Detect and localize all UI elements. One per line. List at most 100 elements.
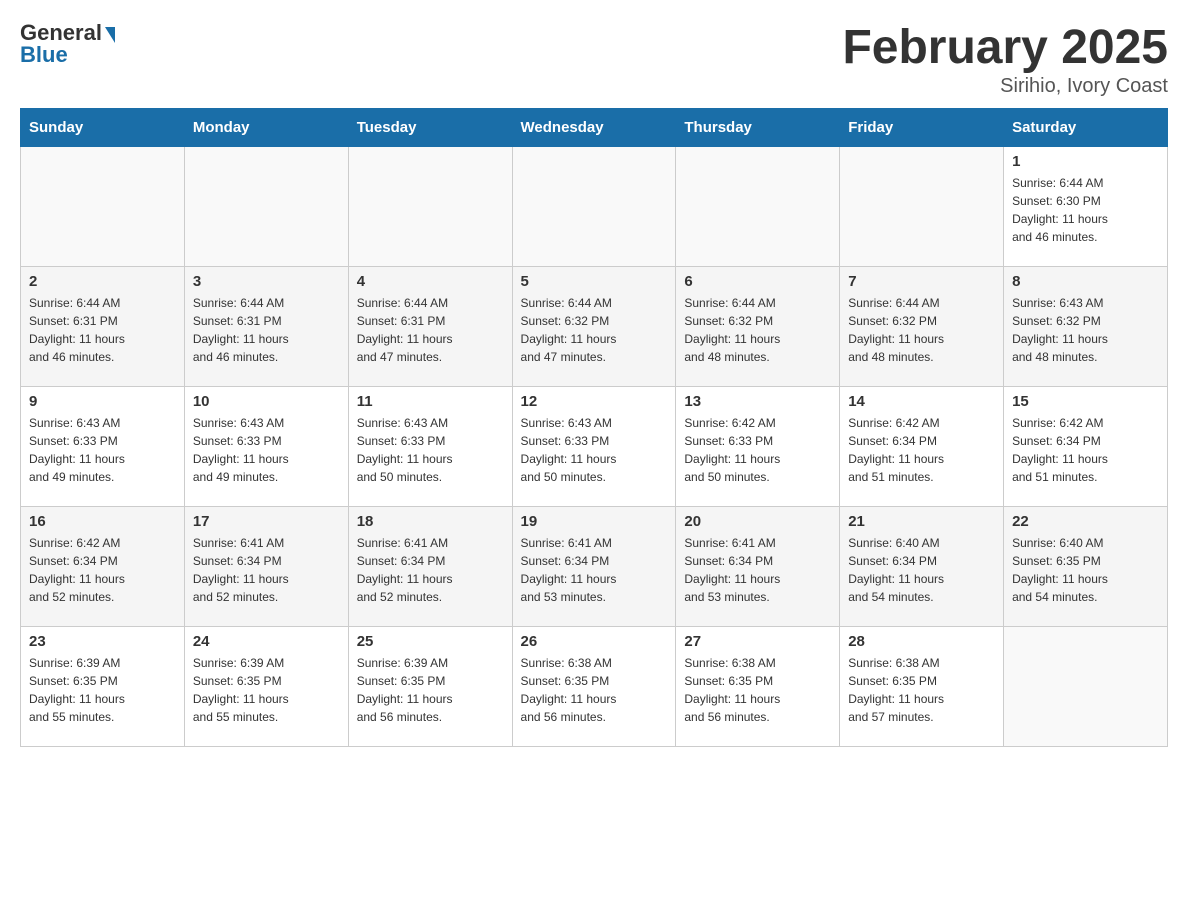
- day-number: 25: [357, 633, 504, 650]
- week-row-1: 1 Sunrise: 6:44 AM Sunset: 6:30 PM Daylig…: [21, 147, 1168, 267]
- day-number: 24: [193, 633, 340, 650]
- day-cell: 23 Sunrise: 6:39 AM Sunset: 6:35 PM Dayli…: [21, 627, 185, 747]
- day-cell: 22Sunrise: 6:40 AM Sunset: 6:35 PM Dayli…: [1004, 507, 1168, 627]
- day-cell: 6 Sunrise: 6:44 AM Sunset: 6:32 PM Daylig…: [676, 267, 840, 387]
- day-info: Sunrise: 6:41 AM Sunset: 6:34 PM Dayligh…: [521, 534, 668, 606]
- day-number: 18: [357, 513, 504, 530]
- day-info: Sunrise: 6:38 AM Sunset: 6:35 PM Dayligh…: [848, 654, 995, 726]
- day-number: 4: [357, 273, 504, 290]
- day-number: 12: [521, 393, 668, 410]
- day-number: 23: [29, 633, 176, 650]
- day-cell: 17 Sunrise: 6:41 AM Sunset: 6:34 PM Dayli…: [184, 507, 348, 627]
- day-number: 27: [684, 633, 831, 650]
- day-number: 17: [193, 513, 340, 530]
- location: Sirihio, Ivory Coast: [842, 75, 1168, 98]
- day-cell: 7Sunrise: 6:44 AM Sunset: 6:32 PM Daylig…: [840, 267, 1004, 387]
- header-wednesday: Wednesday: [512, 109, 676, 147]
- day-info: Sunrise: 6:44 AM Sunset: 6:31 PM Dayligh…: [29, 294, 176, 366]
- day-info: Sunrise: 6:38 AM Sunset: 6:35 PM Dayligh…: [521, 654, 668, 726]
- day-info: Sunrise: 6:41 AM Sunset: 6:34 PM Dayligh…: [193, 534, 340, 606]
- day-cell: 9 Sunrise: 6:43 AM Sunset: 6:33 PM Daylig…: [21, 387, 185, 507]
- day-number: 5: [521, 273, 668, 290]
- day-cell: 18 Sunrise: 6:41 AM Sunset: 6:34 PM Dayli…: [348, 507, 512, 627]
- day-info: Sunrise: 6:43 AM Sunset: 6:33 PM Dayligh…: [357, 414, 504, 486]
- day-info: Sunrise: 6:39 AM Sunset: 6:35 PM Dayligh…: [357, 654, 504, 726]
- day-info: Sunrise: 6:43 AM Sunset: 6:33 PM Dayligh…: [29, 414, 176, 486]
- day-number: 2: [29, 273, 176, 290]
- header-saturday: Saturday: [1004, 109, 1168, 147]
- logo-blue-text: Blue: [20, 42, 68, 68]
- header-friday: Friday: [840, 109, 1004, 147]
- page-header: General Blue February 2025 Sirihio, Ivor…: [20, 20, 1168, 98]
- day-info: Sunrise: 6:43 AM Sunset: 6:33 PM Dayligh…: [521, 414, 668, 486]
- day-number: 3: [193, 273, 340, 290]
- day-info: Sunrise: 6:44 AM Sunset: 6:30 PM Dayligh…: [1012, 174, 1159, 246]
- calendar-header: Sunday Monday Tuesday Wednesday Thursday…: [21, 109, 1168, 147]
- day-number: 9: [29, 393, 176, 410]
- day-cell: [184, 147, 348, 267]
- day-cell: [21, 147, 185, 267]
- day-cell: 1 Sunrise: 6:44 AM Sunset: 6:30 PM Daylig…: [1004, 147, 1168, 267]
- day-info: Sunrise: 6:38 AM Sunset: 6:35 PM Dayligh…: [684, 654, 831, 726]
- day-cell: 3 Sunrise: 6:44 AM Sunset: 6:31 PM Daylig…: [184, 267, 348, 387]
- day-cell: 16 Sunrise: 6:42 AM Sunset: 6:34 PM Dayli…: [21, 507, 185, 627]
- logo: General Blue: [20, 20, 115, 68]
- day-info: Sunrise: 6:42 AM Sunset: 6:34 PM Dayligh…: [29, 534, 176, 606]
- header-monday: Monday: [184, 109, 348, 147]
- day-number: 26: [521, 633, 668, 650]
- day-cell: 25 Sunrise: 6:39 AM Sunset: 6:35 PM Dayli…: [348, 627, 512, 747]
- week-row-3: 9 Sunrise: 6:43 AM Sunset: 6:33 PM Daylig…: [21, 387, 1168, 507]
- day-number: 10: [193, 393, 340, 410]
- day-number: 28: [848, 633, 995, 650]
- day-info: Sunrise: 6:42 AM Sunset: 6:34 PM Dayligh…: [1012, 414, 1159, 486]
- day-cell: 24 Sunrise: 6:39 AM Sunset: 6:35 PM Dayli…: [184, 627, 348, 747]
- day-cell: 13 Sunrise: 6:42 AM Sunset: 6:33 PM Dayli…: [676, 387, 840, 507]
- day-cell: 15 Sunrise: 6:42 AM Sunset: 6:34 PM Dayli…: [1004, 387, 1168, 507]
- day-cell: 5Sunrise: 6:44 AM Sunset: 6:32 PM Daylig…: [512, 267, 676, 387]
- title-section: February 2025 Sirihio, Ivory Coast: [842, 20, 1168, 98]
- header-tuesday: Tuesday: [348, 109, 512, 147]
- day-cell: [348, 147, 512, 267]
- day-cell: [1004, 627, 1168, 747]
- day-cell: 8Sunrise: 6:43 AM Sunset: 6:32 PM Daylig…: [1004, 267, 1168, 387]
- day-cell: 26 Sunrise: 6:38 AM Sunset: 6:35 PM Dayli…: [512, 627, 676, 747]
- day-cell: 2 Sunrise: 6:44 AM Sunset: 6:31 PM Daylig…: [21, 267, 185, 387]
- day-cell: [676, 147, 840, 267]
- day-info: Sunrise: 6:41 AM Sunset: 6:34 PM Dayligh…: [357, 534, 504, 606]
- day-info: Sunrise: 6:40 AM Sunset: 6:35 PM Dayligh…: [1012, 534, 1159, 606]
- day-info: Sunrise: 6:44 AM Sunset: 6:32 PM Dayligh…: [684, 294, 831, 366]
- day-info: Sunrise: 6:39 AM Sunset: 6:35 PM Dayligh…: [193, 654, 340, 726]
- calendar-body: 1 Sunrise: 6:44 AM Sunset: 6:30 PM Daylig…: [21, 147, 1168, 747]
- day-info: Sunrise: 6:44 AM Sunset: 6:31 PM Dayligh…: [193, 294, 340, 366]
- day-cell: 4Sunrise: 6:44 AM Sunset: 6:31 PM Daylig…: [348, 267, 512, 387]
- weekday-row: Sunday Monday Tuesday Wednesday Thursday…: [21, 109, 1168, 147]
- day-cell: [512, 147, 676, 267]
- day-cell: [840, 147, 1004, 267]
- day-info: Sunrise: 6:42 AM Sunset: 6:34 PM Dayligh…: [848, 414, 995, 486]
- day-number: 16: [29, 513, 176, 530]
- header-thursday: Thursday: [676, 109, 840, 147]
- day-cell: 14 Sunrise: 6:42 AM Sunset: 6:34 PM Dayli…: [840, 387, 1004, 507]
- day-cell: 27 Sunrise: 6:38 AM Sunset: 6:35 PM Dayli…: [676, 627, 840, 747]
- day-number: 21: [848, 513, 995, 530]
- day-cell: 19 Sunrise: 6:41 AM Sunset: 6:34 PM Dayli…: [512, 507, 676, 627]
- day-info: Sunrise: 6:39 AM Sunset: 6:35 PM Dayligh…: [29, 654, 176, 726]
- day-number: 19: [521, 513, 668, 530]
- day-cell: 28 Sunrise: 6:38 AM Sunset: 6:35 PM Dayli…: [840, 627, 1004, 747]
- day-cell: 21Sunrise: 6:40 AM Sunset: 6:34 PM Dayli…: [840, 507, 1004, 627]
- week-row-5: 23 Sunrise: 6:39 AM Sunset: 6:35 PM Dayli…: [21, 627, 1168, 747]
- day-number: 14: [848, 393, 995, 410]
- day-info: Sunrise: 6:44 AM Sunset: 6:32 PM Dayligh…: [848, 294, 995, 366]
- day-info: Sunrise: 6:42 AM Sunset: 6:33 PM Dayligh…: [684, 414, 831, 486]
- day-cell: 11Sunrise: 6:43 AM Sunset: 6:33 PM Dayli…: [348, 387, 512, 507]
- day-number: 1: [1012, 153, 1159, 170]
- day-info: Sunrise: 6:41 AM Sunset: 6:34 PM Dayligh…: [684, 534, 831, 606]
- day-info: Sunrise: 6:43 AM Sunset: 6:33 PM Dayligh…: [193, 414, 340, 486]
- calendar-table: Sunday Monday Tuesday Wednesday Thursday…: [20, 108, 1168, 747]
- day-number: 15: [1012, 393, 1159, 410]
- day-cell: 20 Sunrise: 6:41 AM Sunset: 6:34 PM Dayli…: [676, 507, 840, 627]
- day-number: 13: [684, 393, 831, 410]
- day-number: 20: [684, 513, 831, 530]
- day-number: 6: [684, 273, 831, 290]
- logo-arrow-icon: [105, 27, 115, 43]
